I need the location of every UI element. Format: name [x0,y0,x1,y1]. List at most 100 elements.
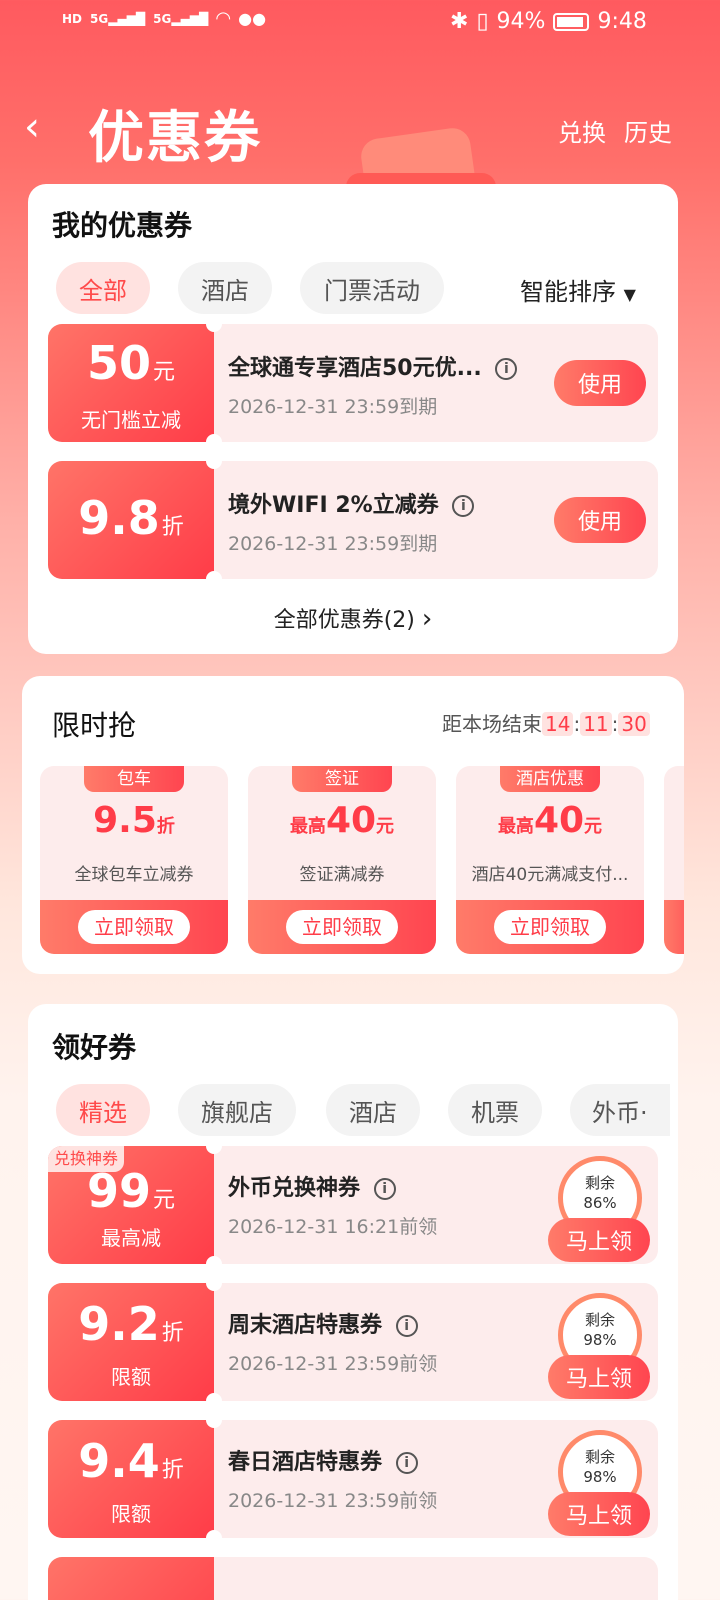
flash-sale-card: 限时抢 距本场结束 14:11:30 包车 9.5折 全球包车立减券 立即领取 签… [22,676,684,974]
coupon-unit: 折 [161,1321,184,1346]
back-icon[interactable]: ‹ [24,107,40,147]
countdown-minutes: 11 [580,712,612,736]
info-icon[interactable]: i [373,1178,396,1200]
coupon-item[interactable]: 99元 最高减 兑换神券 外币兑换神券 i 2026-12-31 16:21前领… [48,1146,658,1264]
info-icon[interactable]: i [495,358,518,380]
coupon-value-block: 9.8折 [48,461,214,579]
coupon-sub: 限额 [111,1365,151,1389]
coupon-item[interactable]: 9.4折 限额 春日酒店特惠券 i 2026-12-31 23:59前领 剩余 9… [48,1420,658,1538]
tab-hotel[interactable]: 酒店 [326,1084,420,1136]
coupon-value-block [48,1557,214,1600]
battery-percent: 94% [496,9,546,34]
tab-featured[interactable]: 精选 [56,1084,150,1136]
coupon-value: 9.8折 [48,491,214,545]
get-now-button[interactable]: 马上领 [548,1355,650,1399]
get-now-button[interactable]: 马上领 [548,1218,650,1262]
countdown-label: 距本场结束 [442,712,542,736]
coupon-name: 全球通专享酒店50元优... i [228,350,518,382]
coupon-value: 50元 [48,336,214,390]
flash-item[interactable]: 包车 9.5折 全球包车立减券 立即领取 [40,766,228,954]
coupon-amount: 50 [86,336,151,390]
coupon-item[interactable]: 50元 无门槛立减 全球通专享酒店50元优... i 2026-12-31 23… [48,324,658,442]
info-icon[interactable]: i [395,1315,418,1337]
grab-button[interactable]: 立即领取 [78,910,190,944]
coupon-name: 境外WIFI 2%立减券 i [228,487,475,519]
info-icon[interactable]: i [395,1452,418,1474]
coupon-name: 春日酒店特惠券 i [228,1444,418,1476]
flash-value: 最高40元 [248,800,436,841]
coupon-date: 2026-12-31 23:59前领 [228,1353,438,1375]
coupon-value: 9.4折 [48,1434,214,1488]
notch [206,571,222,579]
flash-item[interactable]: 签证 最高40元 签证满减券 立即领取 [248,766,436,954]
coupon-unit: 元 [153,360,176,385]
flash-value: 最高40元 [456,800,644,841]
coupon-amount: 9.2 [78,1297,160,1351]
flash-amount: 40 [533,800,585,841]
coupon-item[interactable]: 9.8折 境外WIFI 2%立减券 i 2026-12-31 23:59到期 使… [48,461,658,579]
tab-all[interactable]: 全部 [56,262,150,314]
tab-hotel[interactable]: 酒店 [178,262,272,314]
notch [206,1393,222,1401]
coupon-amount: 9.4 [78,1434,160,1488]
all-coupons-label: 全部优惠券(2) [273,608,415,633]
coupon-item-peek[interactable] [48,1557,658,1600]
tab-flight[interactable]: 机票 [448,1084,542,1136]
coupon-name-text: 外币兑换神券 [228,1176,361,1201]
good-coupons-card: 领好券 精选 旗舰店 酒店 机票 外币· 99元 最高减 兑换神券 外币兑换神券… [28,1004,678,1600]
flash-item[interactable]: 酒店优惠 最高40元 酒店40元满减支付... 立即领取 [456,766,644,954]
flash-item-peek[interactable] [664,766,684,954]
countdown-seconds: 30 [618,712,650,736]
flash-desc: 签证满减券 [299,865,385,885]
redeem-button[interactable]: 兑换 [558,113,606,148]
tab-tickets[interactable]: 门票活动 [300,262,444,314]
signal-icons: HD 5G▂▄▆█ 5G▂▄▆█ ◠ ●● [62,8,266,29]
my-coupons-card: 我的优惠券 全部 酒店 门票活动 智能排序 ▼ 50元 无门槛立减 全球通专享酒… [28,184,678,654]
hd-icon: HD [62,11,83,26]
tab-currency[interactable]: 外币· [570,1084,670,1136]
coupon-unit: 元 [153,1188,176,1213]
grab-button[interactable]: 立即领取 [286,910,398,944]
vibrate-icon: ▯ [476,9,489,34]
coupon-amount: 9.8 [78,491,160,545]
use-button[interactable]: 使用 [554,360,646,406]
flash-prefix: 最高 [289,816,326,837]
flash-value: 9.5折 [40,800,228,841]
flash-amount: 40 [325,800,377,841]
coupon-item[interactable]: 9.2折 限额 周末酒店特惠券 i 2026-12-31 23:59前领 剩余 9… [48,1283,658,1401]
page-header: ‹ 优惠券 领 兑换 历史 [0,85,720,253]
tab-flagship[interactable]: 旗舰店 [178,1084,296,1136]
coupon-date: 2026-12-31 16:21前领 [228,1216,438,1238]
flash-bottom [664,900,684,954]
coupon-name-text: 全球通专享酒店50元优... [228,356,482,381]
flash-desc: 酒店40元满减支付... [471,865,629,885]
remaining-label: 剩余 [584,1311,615,1329]
info-icon[interactable]: i [452,495,475,517]
get-now-button[interactable]: 马上领 [548,1492,650,1536]
flash-amount: 9.5 [93,800,157,841]
coupon-name-text: 境外WIFI 2%立减券 [228,493,439,518]
coupon-date: 2026-12-31 23:59到期 [228,533,438,555]
flash-tag: 签证 [292,766,392,792]
flash-prefix: 最高 [497,816,534,837]
coupon-sub: 限额 [111,1502,151,1526]
sort-dropdown[interactable]: 智能排序 ▼ [520,272,636,307]
flash-desc: 全球包车立减券 [74,865,194,885]
remaining-label: 剩余 [584,1448,615,1466]
flash-unit: 元 [584,816,603,837]
notch [206,1256,222,1264]
use-button[interactable]: 使用 [554,497,646,543]
coupon-value-block: 50元 无门槛立减 [48,324,214,442]
chevron-right-icon: › [421,604,433,634]
history-button[interactable]: 历史 [624,113,672,148]
flash-unit: 元 [376,816,395,837]
exchange-badge: 兑换神券 [48,1146,125,1172]
all-coupons-link[interactable]: 全部优惠券(2) › [28,602,678,634]
my-coupons-title: 我的优惠券 [52,209,193,242]
coupon-date: 2026-12-31 23:59前领 [228,1490,438,1512]
wifi-icon: ◠ [216,8,231,29]
wechat-icon: ●● [238,9,267,28]
grab-button[interactable]: 立即领取 [494,910,606,944]
remaining-value: 98% [583,1468,617,1486]
coupon-name-text: 周末酒店特惠券 [228,1313,383,1338]
